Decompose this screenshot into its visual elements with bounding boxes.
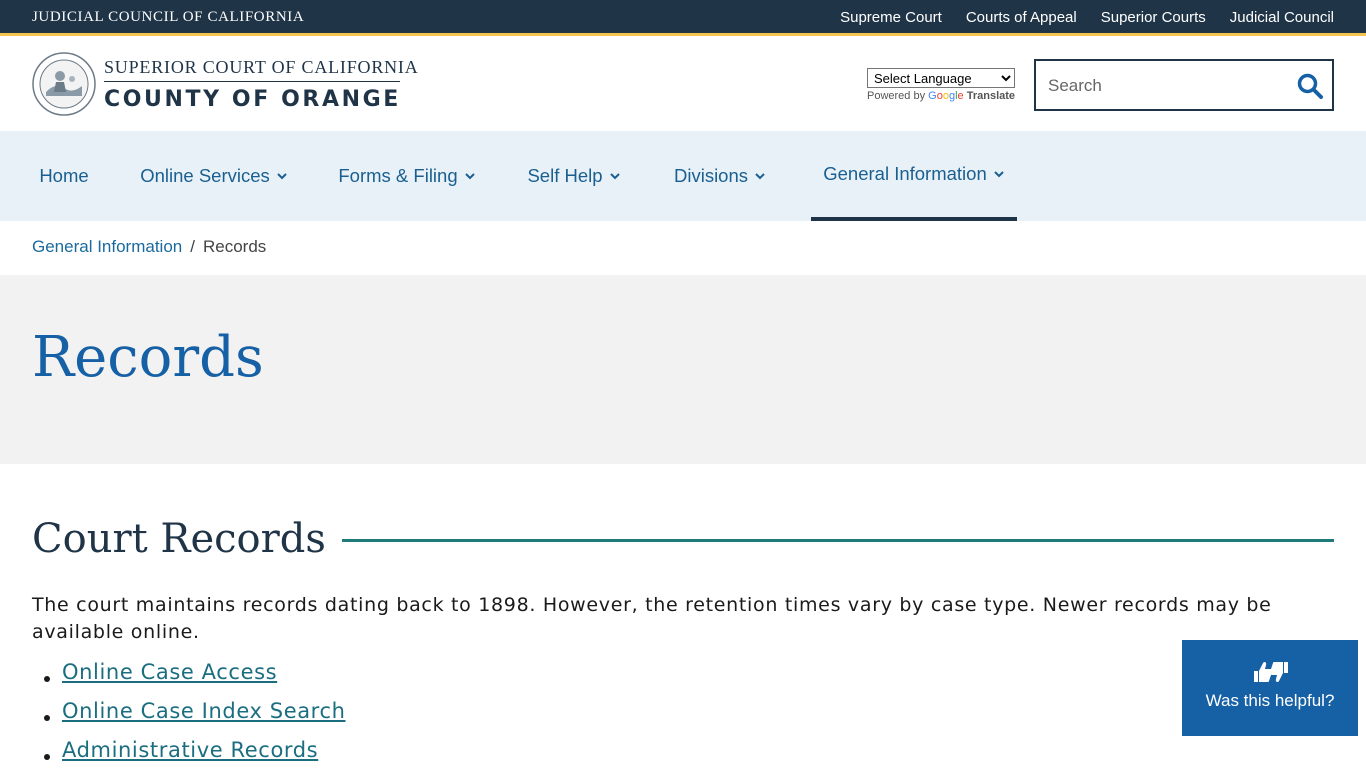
breadcrumb: General Information / Records [32,237,266,257]
nav-label: Divisions [673,165,749,186]
list-item: Online Case Access [44,660,346,699]
translate-label[interactable]: Translate [967,90,1015,102]
page-hero: Records [0,275,1366,464]
section-divider [342,539,1334,542]
list-item: Online Case Index Search [44,699,346,738]
nav-item-online-services[interactable]: Online Services [132,131,296,221]
nav-item-self-help[interactable]: Self Help [518,131,630,221]
breadcrumb-general-information[interactable]: General Information [32,237,182,257]
google-translate-credit: Powered by Google Translate [867,90,1015,102]
court-seal-logo[interactable] [32,52,96,116]
feedback-label: Was this helpful? [1205,691,1335,710]
main-navigation: Home Online Services Forms & Filing Self… [0,131,1366,221]
search-icon [1297,73,1323,99]
nav-label: General Information [823,163,987,184]
search-box [1034,59,1334,111]
link-online-case-index-search[interactable]: Online Case Index Search [62,699,346,723]
page-title: Records [32,325,264,390]
powered-by-label: Powered by [867,90,926,102]
list-item: Administrative Records [44,738,346,768]
chevron-down-icon [609,173,620,180]
chevron-down-icon [277,173,287,180]
nav-item-general-information[interactable]: General Information [811,131,1017,221]
nav-item-home[interactable]: Home [32,131,96,221]
logo-divider [104,81,400,82]
logo-court-name: SUPERIOR COURT OF CALIFORNIA [104,57,419,77]
breadcrumb-separator: / [190,237,195,256]
search-button[interactable] [1296,72,1324,100]
nav-item-divisions[interactable]: Divisions [664,131,776,221]
nav-label: Forms & Filing [338,165,458,186]
site-header: SUPERIOR COURT OF CALIFORNIA COUNTY OF O… [0,39,1366,131]
top-links: Supreme Court Courts of Appeal Superior … [840,9,1334,26]
intro-paragraph: The court maintains records dating back … [32,594,1272,643]
chevron-down-icon [755,173,765,180]
nav-label: Self Help [527,165,603,186]
thumbs-up-down-icon [1254,661,1288,683]
nav-item-forms-filing[interactable]: Forms & Filing [330,131,484,221]
chevron-down-icon [994,171,1004,178]
records-links: Online Case Access Online Case Index Sea… [44,660,346,768]
chevron-down-icon [464,173,475,180]
search-input[interactable] [1048,73,1288,99]
google-logo[interactable]: Google [928,90,964,102]
top-link-superior-courts[interactable]: Superior Courts [1101,9,1206,26]
nav-label: Home [39,165,89,186]
top-link-supreme-court[interactable]: Supreme Court [840,9,942,26]
nav-label: Online Services [140,165,270,186]
top-link-judicial-council[interactable]: Judicial Council [1230,9,1334,26]
feedback-button[interactable]: Was this helpful? [1182,640,1358,736]
top-link-courts-of-appeal[interactable]: Courts of Appeal [966,9,1077,26]
link-administrative-records[interactable]: Administrative Records [62,738,318,762]
language-select[interactable]: Select Language [867,68,1015,88]
link-online-case-access[interactable]: Online Case Access [62,660,277,684]
judicial-council-brand[interactable]: JUDICIAL COUNCIL OF CALIFORNIA [32,9,304,26]
breadcrumb-current: Records [202,237,267,256]
section-title: Court Records [32,516,326,562]
logo-county-name: COUNTY OF ORANGE [104,87,401,112]
top-utility-bar: JUDICIAL COUNCIL OF CALIFORNIA Supreme C… [0,0,1366,36]
